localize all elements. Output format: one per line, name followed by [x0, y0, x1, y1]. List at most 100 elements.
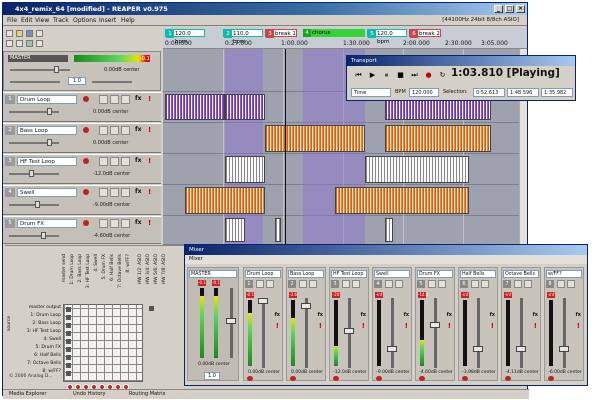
fader-knob[interactable] [559, 346, 569, 352]
solo-button[interactable] [121, 157, 130, 166]
mute-button[interactable] [110, 188, 119, 197]
undo-icon[interactable] [6, 40, 13, 47]
strip-name-field[interactable]: Octave Bells [503, 270, 539, 278]
minimize-button[interactable]: _ [494, 5, 503, 13]
master-pan-slider[interactable] [10, 81, 60, 83]
mute-button[interactable] [110, 219, 119, 228]
phase-button[interactable]: ! [405, 322, 408, 330]
volume-fader[interactable] [520, 298, 523, 368]
volume-knob[interactable] [35, 201, 40, 208]
fader-knob[interactable] [301, 303, 311, 309]
record-arm-button[interactable] [83, 127, 89, 133]
solo-button[interactable] [438, 280, 446, 288]
fader-knob[interactable] [258, 298, 268, 304]
fx-button[interactable]: fx [135, 188, 141, 195]
menu-view[interactable]: View [35, 17, 49, 24]
matrix-route-cell[interactable] [66, 371, 71, 376]
media-item[interactable] [275, 218, 281, 242]
go-to-start-icon[interactable]: ⏮ [353, 70, 364, 81]
phase-button[interactable]: ! [577, 322, 580, 330]
solo-button[interactable] [121, 95, 130, 104]
monitor-button[interactable] [99, 126, 108, 135]
fx-button[interactable]: fx [447, 312, 452, 318]
strip-name-field[interactable]: Half Bells [460, 270, 496, 278]
volume-fader[interactable] [262, 298, 265, 368]
phase-button[interactable]: ! [276, 322, 279, 330]
solo-button[interactable] [121, 126, 130, 135]
selection-start-field[interactable]: 0:52.613 [473, 88, 505, 97]
mute-button[interactable] [299, 280, 307, 288]
redo-icon[interactable] [16, 40, 23, 47]
volume-knob[interactable] [29, 170, 34, 177]
fader-knob[interactable] [344, 328, 354, 334]
strip-name-field[interactable]: HF Test Loop [331, 270, 367, 278]
solo-button[interactable] [524, 280, 532, 288]
record-arm-button[interactable] [83, 220, 89, 226]
record-arm-button[interactable] [505, 376, 511, 381]
menu-file[interactable]: File [7, 17, 17, 24]
mixer-menu-item[interactable]: Mixer [189, 256, 203, 262]
menu-options[interactable]: Options [73, 17, 96, 24]
phase-button[interactable]: ! [448, 322, 451, 330]
solo-button[interactable] [121, 219, 130, 228]
monitor-button[interactable] [99, 219, 108, 228]
menu-insert[interactable]: Insert [99, 17, 116, 24]
time-selection[interactable] [225, 49, 263, 245]
play-cursor[interactable] [285, 49, 286, 245]
matrix-route-cell[interactable] [66, 331, 71, 336]
phase-button[interactable]: ! [534, 322, 537, 330]
record-arm-button[interactable] [376, 376, 382, 381]
tempo-marker[interactable]: 1 120.0 bpm [165, 29, 205, 45]
matrix-route-cell[interactable] [66, 347, 71, 352]
snap-icon[interactable] [36, 40, 43, 47]
volume-fader[interactable] [434, 298, 437, 368]
record-arm-button[interactable] [83, 96, 89, 102]
media-item[interactable] [365, 156, 469, 183]
region-marker[interactable]: 3 break 1 [265, 29, 297, 38]
phase-button[interactable]: ! [148, 219, 151, 227]
master-rate-field[interactable]: 1.0 [204, 372, 220, 380]
strip-name-field[interactable]: Bass Loop [288, 270, 324, 278]
solo-button[interactable] [567, 280, 575, 288]
save-project-icon[interactable] [26, 30, 33, 37]
record-arm-button[interactable] [548, 376, 554, 381]
mute-button[interactable] [514, 280, 522, 288]
phase-button[interactable]: ! [148, 188, 151, 196]
tab-undo-history[interactable]: Undo History [73, 391, 105, 397]
strip-name-field[interactable]: Swell [374, 270, 410, 278]
record-arm-button[interactable] [419, 376, 425, 381]
monitor-button[interactable] [99, 188, 108, 197]
timeline-ruler[interactable]: 1 120.0 bpm 2 110.0 bpm 3 break 1 4 chorus 5… [163, 27, 527, 49]
routing-matrix-grid[interactable] [63, 304, 143, 382]
mute-button[interactable] [110, 95, 119, 104]
close-button[interactable]: × [516, 5, 525, 13]
media-item[interactable] [225, 156, 265, 183]
mute-button[interactable] [557, 280, 565, 288]
media-item[interactable] [165, 94, 225, 120]
fader-knob[interactable] [473, 346, 483, 352]
repeat-icon[interactable]: ↻ [437, 70, 448, 81]
phase-button[interactable]: ! [491, 322, 494, 330]
fx-button[interactable]: fx [135, 95, 141, 102]
mute-button[interactable] [385, 280, 393, 288]
fx-button[interactable]: fx [490, 312, 495, 318]
media-item[interactable] [385, 125, 491, 152]
mute-button[interactable] [471, 280, 479, 288]
menu-edit[interactable]: Edit [21, 17, 33, 24]
phase-button[interactable]: ! [148, 126, 151, 134]
volume-fader[interactable] [391, 298, 394, 368]
matrix-route-cell[interactable] [66, 355, 71, 360]
open-project-icon[interactable] [16, 30, 23, 37]
mute-button[interactable] [342, 280, 350, 288]
phase-button[interactable]: ! [148, 95, 151, 103]
menu-track[interactable]: Track [53, 17, 69, 24]
volume-fader[interactable] [563, 298, 566, 368]
track-name-field[interactable]: Drum Loop [17, 95, 77, 104]
record-arm-button[interactable] [247, 376, 253, 381]
selection-length-field[interactable]: 1:35.982 [541, 88, 573, 97]
volume-slider[interactable] [9, 204, 59, 206]
monitor-button[interactable] [99, 157, 108, 166]
bpm-field[interactable]: 120.000 [409, 88, 439, 97]
record-arm-button[interactable] [83, 189, 89, 195]
volume-knob[interactable] [41, 232, 46, 239]
